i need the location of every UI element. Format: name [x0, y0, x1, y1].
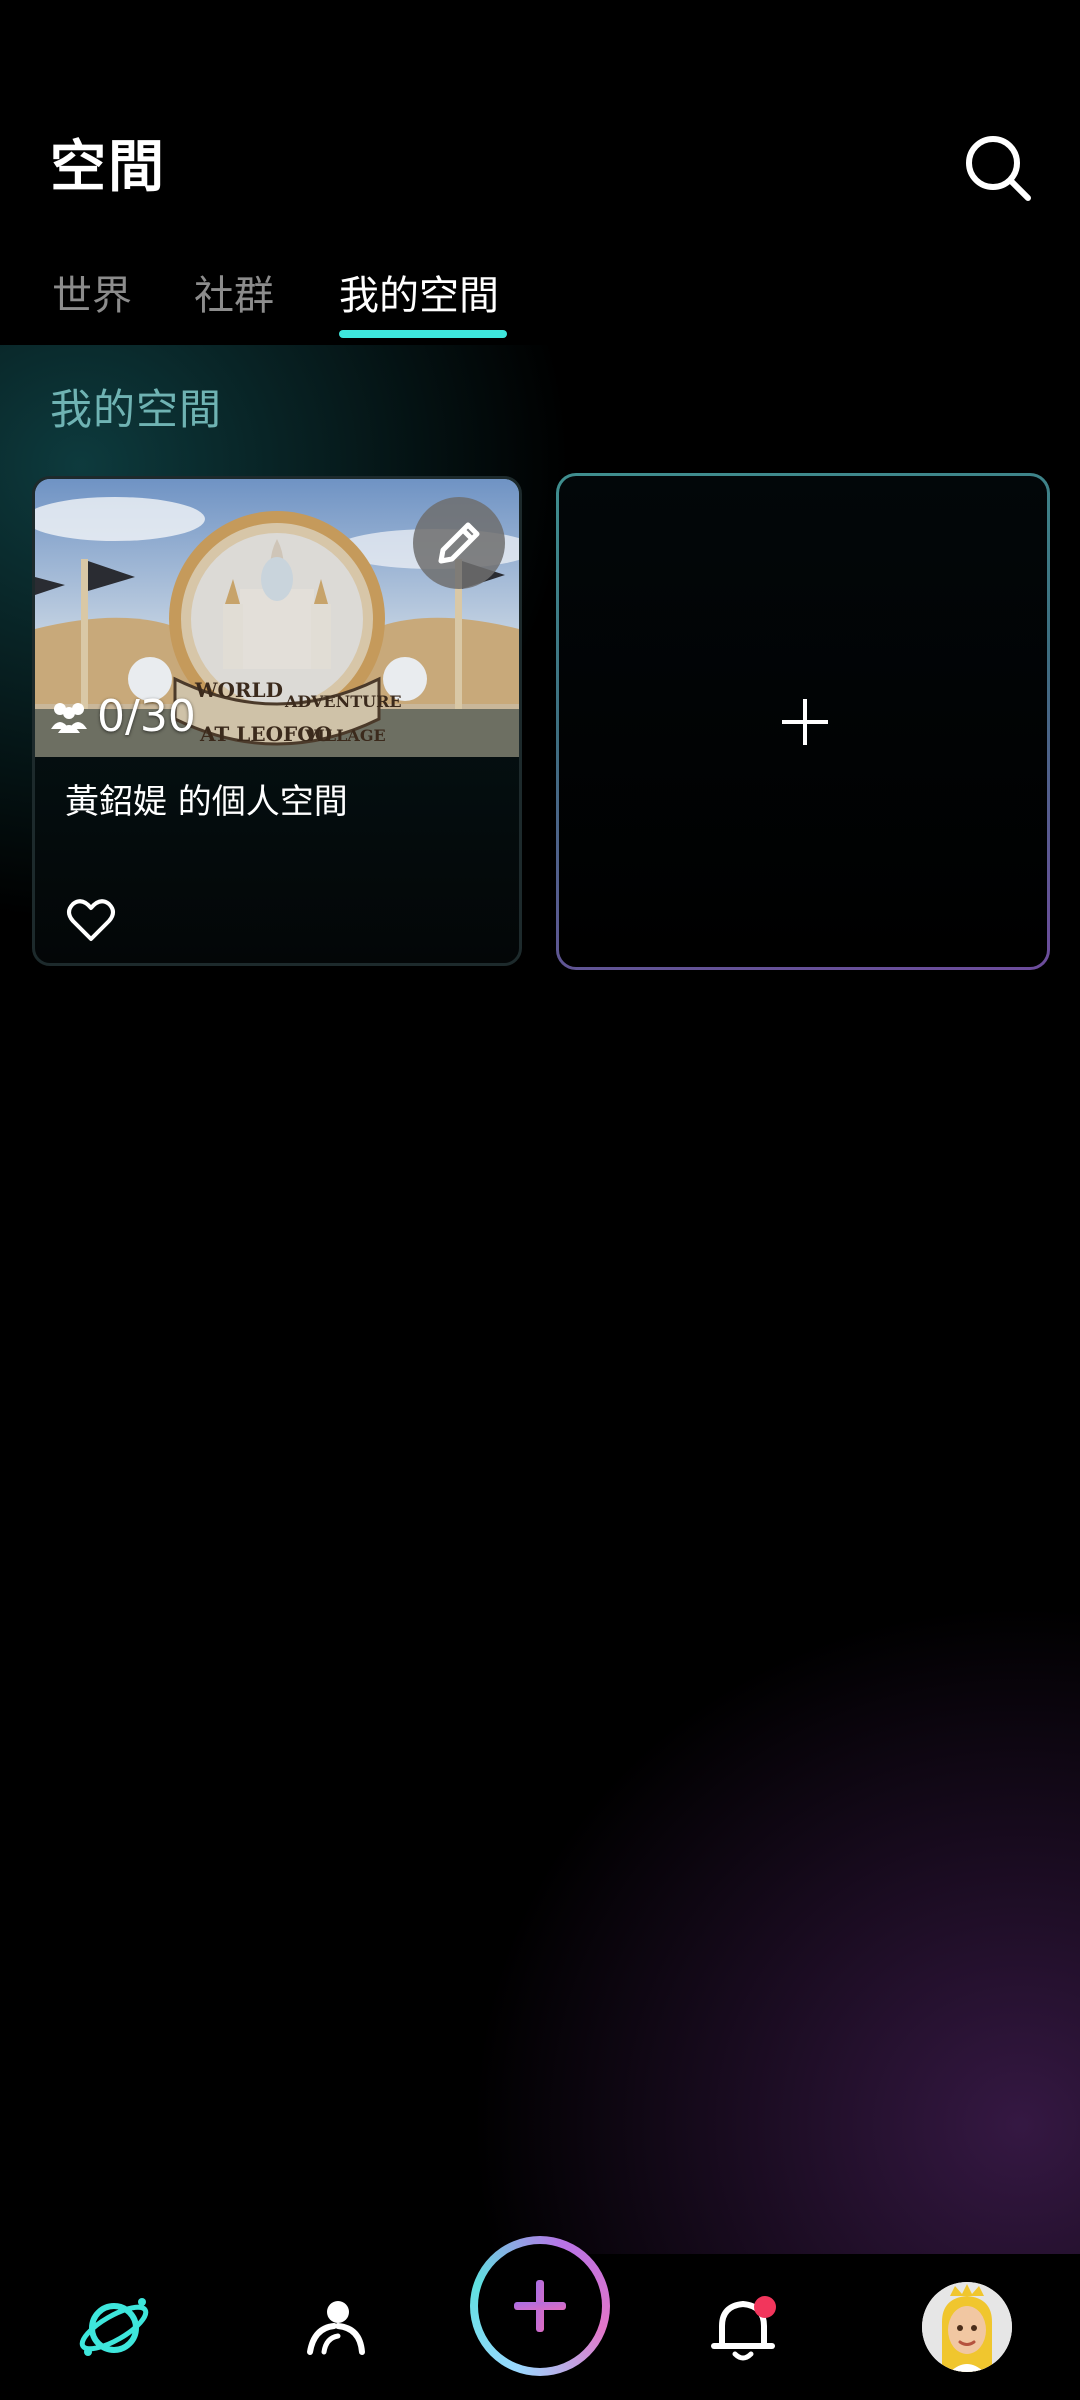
space-name: 黃鉊媞 的個人空間: [65, 782, 348, 822]
search-icon: [966, 136, 1031, 201]
page-title: 空間: [50, 135, 166, 200]
banner-text-village: VILLAGE: [304, 726, 386, 745]
tab-world[interactable]: 世界: [52, 262, 132, 346]
banner-text-adventure: ADVENTURE: [284, 692, 402, 711]
search-button[interactable]: [960, 130, 1036, 206]
nav-profile-avatar[interactable]: [922, 2282, 1012, 2372]
create-space-card-inner: [559, 476, 1047, 967]
planet-icon: [79, 2298, 149, 2356]
member-count: 0/30: [49, 689, 196, 745]
people-icon: [51, 703, 87, 733]
edit-space-button[interactable]: [413, 497, 505, 589]
active-tab-indicator: [339, 330, 507, 338]
member-count-value: 0/30: [97, 691, 196, 742]
pencil-icon: [438, 522, 480, 564]
section-title: 我的空間: [50, 385, 223, 434]
create-button[interactable]: [470, 2236, 610, 2376]
create-space-card[interactable]: [556, 473, 1050, 970]
avatar: [922, 2282, 1012, 2372]
banner-text-world: WORLD: [194, 678, 283, 702]
space-card[interactable]: WORLD ADVENTURE AT LEOFOO VILLAGE 0/30 黃…: [32, 476, 522, 966]
nav-friends[interactable]: [304, 2296, 368, 2360]
tab-bar: 世界 社群 我的空間: [0, 262, 1080, 346]
heart-icon: [67, 899, 115, 941]
notification-badge: [754, 2296, 776, 2318]
plus-icon: [514, 2280, 566, 2332]
nav-explore[interactable]: [76, 2292, 152, 2368]
people-icon: [307, 2301, 365, 2355]
plus-icon: [782, 699, 828, 745]
tab-community[interactable]: 社群: [194, 262, 274, 346]
like-button[interactable]: [61, 891, 121, 951]
